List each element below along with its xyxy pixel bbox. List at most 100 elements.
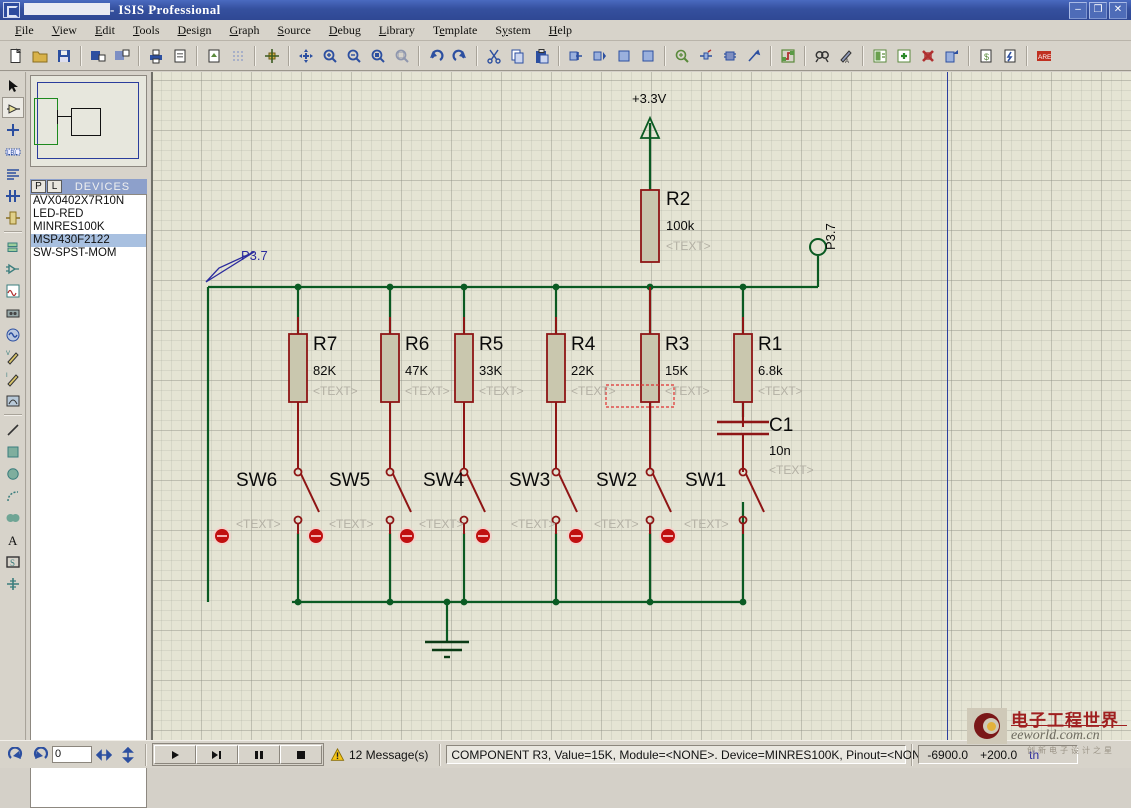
menu-library[interactable]: Library	[370, 21, 424, 40]
refresh-icon[interactable]	[203, 45, 225, 67]
voltage-probe-mode-icon[interactable]: V	[2, 346, 24, 367]
block-rotate-icon[interactable]	[613, 45, 635, 67]
textfield-sw3[interactable]: <TEXT>	[511, 517, 556, 531]
menu-file[interactable]: File	[6, 21, 43, 40]
property-assignment-icon[interactable]: A	[835, 45, 857, 67]
path-tool-icon[interactable]	[2, 507, 24, 528]
value-r5[interactable]: 33K	[479, 363, 502, 378]
device-list-item[interactable]: LED-RED	[31, 208, 146, 221]
graph-mode-icon[interactable]	[2, 280, 24, 301]
bill-of-materials-icon[interactable]: $	[975, 45, 997, 67]
maximize-button[interactable]: ❐	[1089, 1, 1107, 19]
device-list-item[interactable]: AVX0402X7R10N	[31, 195, 146, 208]
save-design-icon[interactable]	[53, 45, 75, 67]
menu-graph[interactable]: Graph	[221, 21, 269, 40]
terminals-mode-icon[interactable]	[2, 236, 24, 257]
wire-label-mode-icon[interactable]: LBL	[2, 141, 24, 162]
new-design-icon[interactable]	[5, 45, 27, 67]
refdes-sw3[interactable]: SW3	[509, 470, 550, 492]
refdes-r6[interactable]: R6	[405, 334, 429, 356]
wire-autorouter-icon[interactable]	[777, 45, 799, 67]
textfield-r7[interactable]: <TEXT>	[313, 384, 358, 398]
marker-tool-icon[interactable]	[2, 573, 24, 594]
arc-tool-icon[interactable]	[2, 485, 24, 506]
refdes-r5[interactable]: R5	[479, 334, 503, 356]
virtual-instruments-mode-icon[interactable]	[2, 390, 24, 411]
textfield-r1[interactable]: <TEXT>	[758, 384, 803, 398]
packaging-tool-icon[interactable]	[719, 45, 741, 67]
menu-template[interactable]: Template	[424, 21, 486, 40]
flip-horizontal-icon[interactable]	[93, 744, 115, 766]
textfield-r5[interactable]: <TEXT>	[479, 384, 524, 398]
pick-device-icon[interactable]	[671, 45, 693, 67]
design-explorer-icon[interactable]	[869, 45, 891, 67]
value-r7[interactable]: 82K	[313, 363, 336, 378]
selection-mode-icon[interactable]	[2, 75, 24, 96]
buses-mode-icon[interactable]	[2, 185, 24, 206]
devices-tab-l[interactable]: L	[47, 180, 62, 193]
text-tool-icon[interactable]: A	[2, 529, 24, 550]
block-move-icon[interactable]	[589, 45, 611, 67]
textfield-sw1[interactable]: <TEXT>	[684, 517, 729, 531]
zoom-area-icon[interactable]	[391, 45, 413, 67]
device-list-item[interactable]: MSP430F2122	[31, 234, 146, 247]
flip-vertical-icon[interactable]	[117, 744, 139, 766]
messages-indicator[interactable]: 12 Message(s)	[324, 747, 434, 762]
refdes-sw4[interactable]: SW4	[423, 470, 464, 492]
minimize-button[interactable]: –	[1069, 1, 1087, 19]
devices-list[interactable]: AVX0402X7R10N LED-RED MINRES100K MSP430F212…	[30, 194, 147, 808]
toggle-grid-icon[interactable]	[227, 45, 249, 67]
refdes-sw6[interactable]: SW6	[236, 470, 277, 492]
overview-viewport-box[interactable]	[34, 98, 58, 145]
overview-preview[interactable]	[30, 75, 147, 167]
print-icon[interactable]	[145, 45, 167, 67]
redo-icon[interactable]	[449, 45, 471, 67]
value-r3[interactable]: 15K	[665, 363, 688, 378]
current-probe-mode-icon[interactable]: I	[2, 368, 24, 389]
pan-icon[interactable]	[295, 45, 317, 67]
copy-icon[interactable]	[507, 45, 529, 67]
device-list-item[interactable]: SW-SPST-MOM	[31, 247, 146, 260]
export-section-icon[interactable]	[111, 45, 133, 67]
menu-source[interactable]: Source	[269, 21, 320, 40]
refdes-r1[interactable]: R1	[758, 334, 782, 356]
textfield-r3[interactable]: <TEXT>	[665, 384, 710, 398]
circle-tool-icon[interactable]	[2, 463, 24, 484]
origin-icon[interactable]	[261, 45, 283, 67]
decompose-icon[interactable]	[743, 45, 765, 67]
refdes-r2[interactable]: R2	[666, 189, 690, 211]
open-design-icon[interactable]	[29, 45, 51, 67]
refdes-sw1[interactable]: SW1	[685, 470, 726, 492]
print-area-icon[interactable]	[169, 45, 191, 67]
textfield-c1[interactable]: <TEXT>	[769, 463, 814, 477]
refdes-r7[interactable]: R7	[313, 334, 337, 356]
play-button[interactable]	[154, 745, 196, 764]
zoom-in-icon[interactable]	[319, 45, 341, 67]
device-pins-mode-icon[interactable]	[2, 258, 24, 279]
textfield-sw6[interactable]: <TEXT>	[236, 517, 281, 531]
textfield-r4[interactable]: <TEXT>	[571, 384, 616, 398]
block-copy-icon[interactable]	[565, 45, 587, 67]
value-c1[interactable]: 10n	[769, 443, 791, 458]
textfield-r2[interactable]: <TEXT>	[666, 239, 711, 253]
textfield-sw4[interactable]: <TEXT>	[419, 517, 464, 531]
menu-debug[interactable]: Debug	[320, 21, 370, 40]
zoom-level-input[interactable]: 0	[52, 746, 92, 763]
exit-sheet-icon[interactable]	[941, 45, 963, 67]
new-sheet-icon[interactable]	[893, 45, 915, 67]
value-r2[interactable]: 100k	[666, 218, 694, 233]
menu-design[interactable]: Design	[169, 21, 221, 40]
subcircuit-mode-icon[interactable]	[2, 207, 24, 228]
menu-tools[interactable]: Tools	[124, 21, 169, 40]
textfield-sw5[interactable]: <TEXT>	[329, 517, 374, 531]
menu-view[interactable]: View	[43, 21, 86, 40]
electrical-rule-check-icon[interactable]	[999, 45, 1021, 67]
close-button[interactable]: ✕	[1109, 1, 1127, 19]
refdes-c1[interactable]: C1	[769, 415, 793, 437]
undo-icon[interactable]	[29, 744, 51, 766]
device-list-item[interactable]: MINRES100K	[31, 221, 146, 234]
zoom-all-icon[interactable]	[367, 45, 389, 67]
zoom-out-icon[interactable]	[343, 45, 365, 67]
value-r4[interactable]: 22K	[571, 363, 594, 378]
stop-button[interactable]	[280, 745, 322, 764]
